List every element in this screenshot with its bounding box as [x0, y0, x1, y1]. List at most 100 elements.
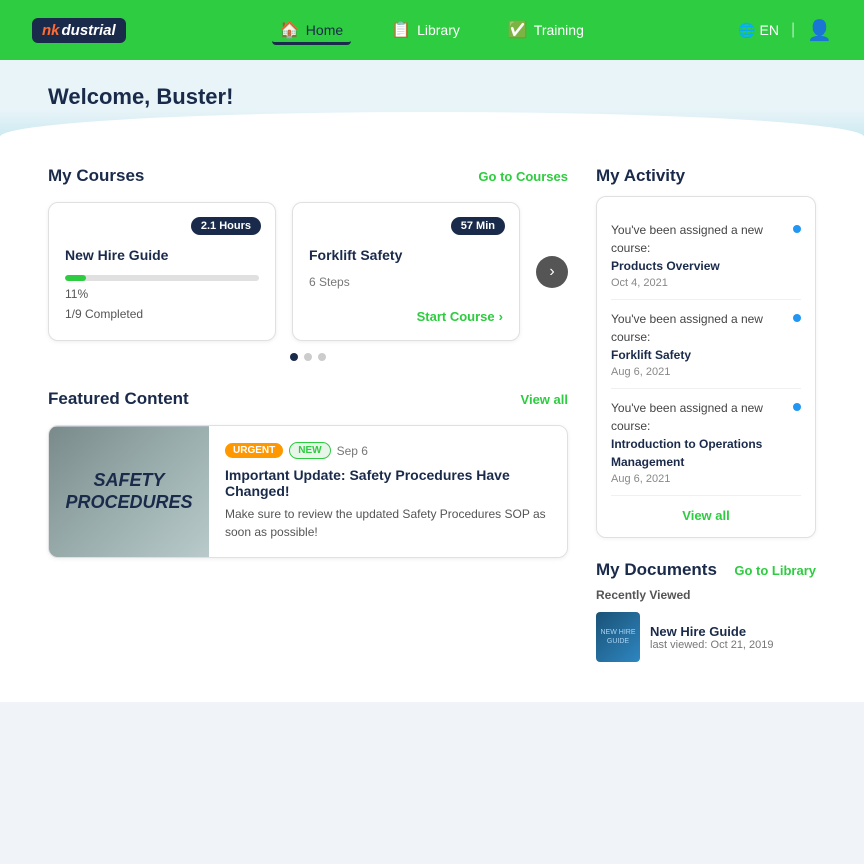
- course-card-1: 57 Min Forklift Safety 6 Steps Start Cou…: [292, 202, 520, 341]
- main-content: My Courses Go to Courses 2.1 Hours New H…: [0, 142, 864, 702]
- course-cards: 2.1 Hours New Hire Guide 11% 1/9 Complet…: [48, 202, 520, 341]
- start-course-button[interactable]: Start Course ›: [309, 309, 503, 324]
- doc-date-0: last viewed: Oct 21, 2019: [650, 639, 774, 651]
- dot-3[interactable]: [318, 353, 326, 361]
- logo[interactable]: nk dustrial: [32, 18, 126, 43]
- courses-title: My Courses: [48, 166, 144, 186]
- logo-text: dustrial: [62, 22, 116, 39]
- activity-date-0: Oct 4, 2021: [611, 277, 785, 289]
- chevron-right-icon: ›: [499, 309, 503, 324]
- main-left: My Courses Go to Courses 2.1 Hours New H…: [48, 166, 568, 662]
- hero-banner: Welcome, Buster!: [0, 60, 864, 142]
- nav-right: 🌐 EN | 👤: [738, 18, 832, 43]
- featured-view-all-link[interactable]: View all: [521, 392, 568, 407]
- nav-home-label: Home: [306, 22, 343, 38]
- nav-library-label: Library: [417, 22, 460, 38]
- progress-fill-0: [65, 275, 86, 281]
- activity-name-2: Introduction to Operations Management: [611, 435, 785, 471]
- featured-card: SAFETY PROCEDURES URGENT NEW Sep 6 Impor…: [48, 425, 568, 558]
- course-badge-0: 2.1 Hours: [191, 217, 261, 235]
- nav-training[interactable]: ✅ Training: [500, 16, 592, 45]
- activity-item-0-text: You've been assigned a new course: Produ…: [611, 221, 785, 289]
- course-card-0: 2.1 Hours New Hire Guide 11% 1/9 Complet…: [48, 202, 276, 341]
- doc-info-0: New Hire Guide last viewed: Oct 21, 2019: [650, 624, 774, 651]
- activity-item-1-text: You've been assigned a new course: Forkl…: [611, 310, 785, 378]
- start-course-label: Start Course: [417, 309, 495, 324]
- activity-card: You've been assigned a new course: Produ…: [596, 196, 816, 538]
- doc-thumbnail-0: NEW HIREGUIDE: [596, 612, 640, 662]
- language-label: EN: [759, 22, 778, 38]
- activity-name-1: Forklift Safety: [611, 346, 785, 364]
- dot-2[interactable]: [304, 353, 312, 361]
- featured-body: URGENT NEW Sep 6 Important Update: Safet…: [209, 426, 567, 557]
- doc-name-0[interactable]: New Hire Guide: [650, 624, 774, 639]
- logo-accent: nk: [42, 22, 60, 39]
- activity-item-2: You've been assigned a new course: Intro…: [611, 389, 801, 496]
- course-title-0: New Hire Guide: [65, 247, 259, 263]
- recently-viewed-label: Recently Viewed: [596, 588, 816, 602]
- activity-item-0: You've been assigned a new course: Produ…: [611, 211, 801, 300]
- activity-header: My Activity: [596, 166, 816, 186]
- activity-date-1: Aug 6, 2021: [611, 366, 785, 378]
- courses-header: My Courses Go to Courses: [48, 166, 568, 186]
- progress-pct-0: 11: [65, 287, 77, 301]
- nav-training-label: Training: [534, 22, 584, 38]
- documents-section: My Documents Go to Library Recently View…: [596, 560, 816, 662]
- safety-line-1: SAFETY: [93, 470, 164, 492]
- activity-label-2: You've been assigned a new course:: [611, 399, 785, 435]
- urgent-tag: URGENT: [225, 443, 283, 458]
- activity-item-2-text: You've been assigned a new course: Intro…: [611, 399, 785, 485]
- featured-card-title[interactable]: Important Update: Safety Procedures Have…: [225, 467, 551, 499]
- carousel-next-button[interactable]: ›: [536, 256, 568, 288]
- go-to-courses-link[interactable]: Go to Courses: [478, 169, 568, 184]
- activity-item-1: You've been assigned a new course: Forkl…: [611, 300, 801, 389]
- new-tag: NEW: [289, 442, 330, 459]
- home-icon: 🏠: [280, 20, 300, 40]
- activity-date-2: Aug 6, 2021: [611, 473, 785, 485]
- activity-label-0: You've been assigned a new course:: [611, 221, 785, 257]
- globe-icon: 🌐: [738, 22, 755, 39]
- course-completed-0: 1/9 Completed: [65, 307, 259, 321]
- carousel-dots: [48, 353, 568, 361]
- navbar: nk dustrial 🏠 Home 📋 Library ✅ Training …: [0, 0, 864, 60]
- activity-title: My Activity: [596, 166, 685, 186]
- library-icon: 📋: [391, 20, 411, 40]
- welcome-title: Welcome, Buster!: [48, 84, 816, 110]
- course-progress-text-0: 11%: [65, 287, 259, 301]
- language-selector[interactable]: 🌐 EN: [738, 22, 779, 39]
- course-title-1: Forklift Safety: [309, 247, 503, 263]
- documents-title: My Documents: [596, 560, 717, 580]
- featured-header: Featured Content View all: [48, 389, 568, 409]
- featured-card-desc: Make sure to review the updated Safety P…: [225, 505, 551, 541]
- featured-date: Sep 6: [337, 444, 368, 458]
- courses-container: 2.1 Hours New Hire Guide 11% 1/9 Complet…: [48, 202, 568, 341]
- nav-divider: |: [791, 21, 795, 39]
- course-steps-1: 6 Steps: [309, 275, 503, 289]
- nav-library[interactable]: 📋 Library: [383, 16, 468, 45]
- course-badge-1: 57 Min: [451, 217, 505, 235]
- user-profile-icon[interactable]: 👤: [807, 18, 832, 43]
- featured-title: Featured Content: [48, 389, 189, 409]
- doc-item-0: NEW HIREGUIDE New Hire Guide last viewed…: [596, 612, 816, 662]
- progress-bar-0: [65, 275, 259, 281]
- nav-home[interactable]: 🏠 Home: [272, 16, 351, 45]
- featured-section: Featured Content View all SAFETY PROCEDU…: [48, 389, 568, 558]
- activity-dot-0: [793, 225, 801, 233]
- activity-view-all[interactable]: View all: [611, 508, 801, 523]
- activity-dot-2: [793, 403, 801, 411]
- safety-line-2: PROCEDURES: [65, 492, 192, 514]
- courses-section: My Courses Go to Courses 2.1 Hours New H…: [48, 166, 568, 361]
- nav-links: 🏠 Home 📋 Library ✅ Training: [158, 16, 706, 45]
- go-to-library-link[interactable]: Go to Library: [734, 563, 816, 578]
- training-icon: ✅: [508, 20, 528, 40]
- documents-header: My Documents Go to Library: [596, 560, 816, 580]
- activity-name-0: Products Overview: [611, 257, 785, 275]
- featured-tags: URGENT NEW Sep 6: [225, 442, 551, 459]
- activity-label-1: You've been assigned a new course:: [611, 310, 785, 346]
- dot-1[interactable]: [290, 353, 298, 361]
- safety-procedures-image: SAFETY PROCEDURES: [49, 427, 209, 557]
- right-panel: My Activity You've been assigned a new c…: [596, 166, 816, 662]
- activity-dot-1: [793, 314, 801, 322]
- featured-image: SAFETY PROCEDURES: [49, 426, 209, 557]
- activity-section: My Activity You've been assigned a new c…: [596, 166, 816, 538]
